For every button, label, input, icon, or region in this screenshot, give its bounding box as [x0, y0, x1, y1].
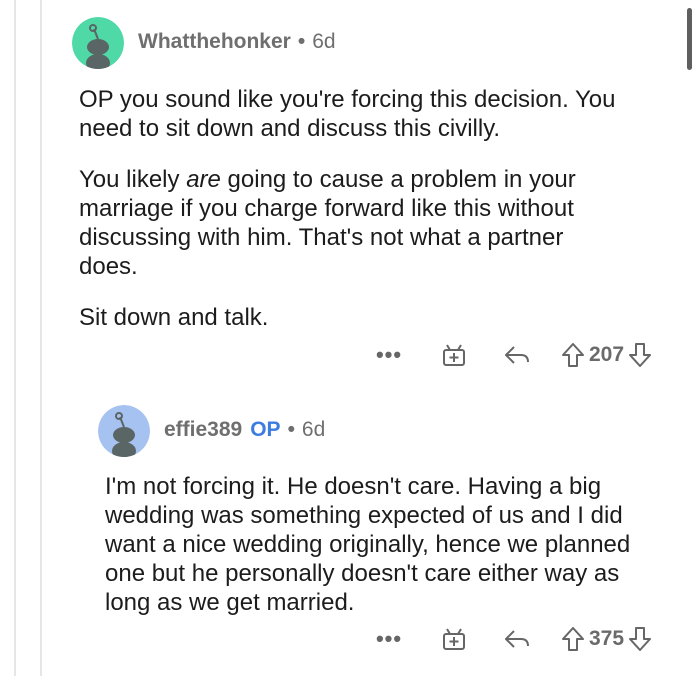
- more-options-button[interactable]: •••: [375, 626, 403, 652]
- downvote-icon[interactable]: [628, 342, 652, 368]
- thread-line-inner: [40, 0, 42, 676]
- comment-line: I'm not forcing it. He doesn't care. Hav…: [105, 473, 602, 500]
- scrollbar[interactable]: [687, 8, 692, 70]
- text-span: You likely: [79, 166, 187, 193]
- meta-separator: •: [297, 30, 306, 53]
- comment-line: discussing with him. That's not what a p…: [79, 224, 564, 251]
- award-icon[interactable]: [441, 342, 467, 368]
- comment-line: marriage if you charge forward like this…: [79, 195, 574, 222]
- comment-actions: ••• 207: [375, 340, 652, 370]
- comment-line: need to sit down and discuss this civill…: [79, 115, 501, 142]
- downvote-icon[interactable]: [628, 626, 652, 652]
- comment-age: 6d: [312, 30, 336, 53]
- comment-line: does.: [79, 253, 138, 280]
- op-badge: OP: [250, 418, 281, 441]
- comment-line: wedding was something expected of us and…: [105, 502, 623, 529]
- upvote-icon[interactable]: [561, 626, 585, 652]
- comment-body: I'm not forcing it. He doesn't care. Hav…: [105, 472, 685, 617]
- more-options-button[interactable]: •••: [375, 342, 403, 368]
- emphasis-text: are: [186, 166, 221, 193]
- upvote-icon[interactable]: [561, 342, 585, 368]
- snoo-avatar-icon: [98, 405, 150, 457]
- vote-score: 207: [589, 343, 625, 366]
- comment-line: You likely are going to cause a problem …: [79, 165, 679, 194]
- comment-line: long as we get married.: [105, 589, 355, 616]
- comment-username[interactable]: Whatthehonker: [138, 30, 291, 54]
- snoo-avatar-icon: [72, 17, 124, 69]
- reply-icon[interactable]: [503, 342, 531, 368]
- comment-line: want a nice wedding originally, hence we…: [105, 531, 631, 558]
- avatar[interactable]: [72, 17, 124, 69]
- avatar[interactable]: [98, 405, 150, 457]
- reply-icon[interactable]: [503, 626, 531, 652]
- comment-age: 6d: [301, 418, 326, 441]
- text-span: going to cause a problem in your: [220, 166, 576, 193]
- meta-separator: •: [287, 418, 295, 441]
- award-icon[interactable]: [441, 626, 467, 652]
- comment-actions: ••• 375: [375, 624, 652, 654]
- comment-username[interactable]: effie389: [164, 418, 242, 442]
- thread-line-outer: [14, 0, 16, 676]
- comment-body: OP you sound like you're forcing this de…: [79, 85, 679, 332]
- comment-line: Sit down and talk.: [79, 304, 269, 331]
- vote-score: 375: [589, 627, 625, 650]
- comment-line: OP you sound like you're forcing this de…: [79, 86, 616, 113]
- comment-line: one but he personally doesn't care eithe…: [105, 560, 620, 587]
